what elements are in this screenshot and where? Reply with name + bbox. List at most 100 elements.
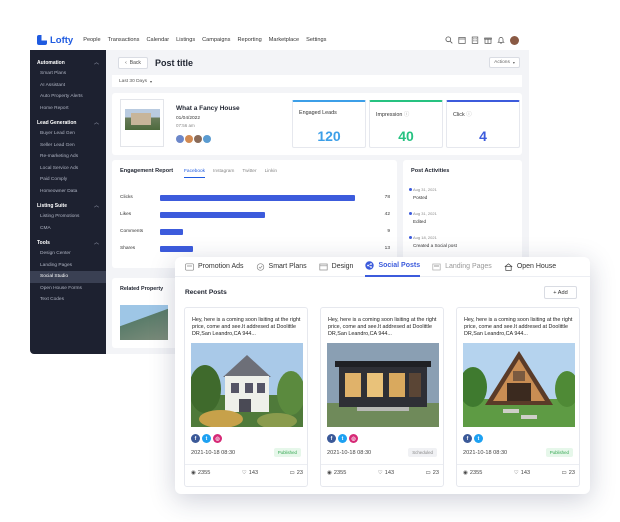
- sidebar-item-design-center[interactable]: Design Center: [30, 248, 106, 260]
- post-image[interactable]: [191, 343, 303, 427]
- top-navigation-bar: Lofty People Transactions Calendar Listi…: [30, 30, 529, 50]
- nav-campaigns[interactable]: Campaigns: [202, 37, 230, 43]
- tab-linkin[interactable]: Linkin: [265, 169, 278, 178]
- sidebar-section-automation[interactable]: Automation ︿: [30, 57, 106, 68]
- nav-marketplace[interactable]: Marketplace: [269, 37, 299, 43]
- sidebar-item-text-codes[interactable]: Text Codes: [30, 294, 106, 306]
- social-networks: f t ◎: [327, 434, 358, 443]
- sidebar-item-landing-pages[interactable]: Landing Pages: [30, 260, 106, 272]
- nav-listings[interactable]: Listings: [176, 37, 195, 43]
- timeline-dot: [409, 212, 412, 215]
- avatar[interactable]: [203, 135, 211, 143]
- comments-metric: ▭ 23: [289, 470, 303, 476]
- building-icon[interactable]: [471, 36, 479, 44]
- stat-value: 4: [479, 128, 487, 144]
- avatar[interactable]: [176, 135, 184, 143]
- sidebar-section-listing-suite[interactable]: Listing Suite ︿: [30, 200, 106, 211]
- tab-facebook[interactable]: Facebook: [184, 169, 206, 178]
- search-icon[interactable]: [445, 36, 453, 44]
- calendar-icon[interactable]: [458, 36, 466, 44]
- sidebar-section-tools[interactable]: Tools ︿: [30, 237, 106, 248]
- comment-icon: ▭: [425, 470, 431, 476]
- instagram-icon: ◎: [349, 434, 358, 443]
- sidebar-item-homeowner-data[interactable]: Homeowner Data: [30, 186, 106, 198]
- engagement-label: Comments: [120, 229, 144, 234]
- post-thumbnail[interactable]: [120, 99, 164, 147]
- nav-settings[interactable]: Settings: [306, 37, 326, 43]
- tab-instagram[interactable]: Instagram: [213, 169, 234, 178]
- chevron-down-icon: ▾: [150, 78, 153, 84]
- post-metrics: ◉ 2355 ♡ 143 ▭ 23: [463, 470, 575, 476]
- actions-dropdown[interactable]: Actions ▾: [489, 57, 520, 68]
- eye-icon: ◉: [463, 470, 468, 476]
- comments-count: 23: [432, 470, 439, 476]
- sidebar-section-lead-generation[interactable]: Lead Generation ︿: [30, 117, 106, 128]
- tab-design[interactable]: Design: [319, 257, 353, 277]
- section-title: Tools: [37, 239, 50, 246]
- info-icon: ⓘ: [466, 112, 472, 118]
- engagement-label: Shares: [120, 246, 136, 251]
- post-card[interactable]: Hey, here is a coming soon lisiting at t…: [456, 307, 580, 487]
- tab-smart-plans[interactable]: Smart Plans: [256, 257, 307, 277]
- avatar[interactable]: [194, 135, 202, 143]
- sidebar-item-remarketing-ads[interactable]: Re-marketing Ads: [30, 151, 106, 163]
- feature-tabs: Promotion Ads Smart Plans Design Social …: [175, 257, 590, 277]
- tab-landing-pages[interactable]: Landing Pages: [432, 257, 492, 277]
- heart-icon: ♡: [241, 470, 247, 476]
- page-title: Post title: [155, 58, 194, 68]
- sidebar-item-buyer-lead-gen[interactable]: Buyer Lead Gen: [30, 128, 106, 140]
- sidebar-item-listing-promotions[interactable]: Listing Promotions: [30, 211, 106, 223]
- post-time: 07:56 am: [176, 123, 195, 128]
- section-title: Listing Suite: [37, 202, 67, 209]
- house-shape: [131, 113, 151, 125]
- sidebar-item-open-house-forms[interactable]: Open House Forms: [30, 283, 106, 295]
- post-card[interactable]: Hey, here is a coming soon lisiting at t…: [184, 307, 308, 487]
- add-post-button[interactable]: + Add: [544, 286, 577, 299]
- tab-open-house[interactable]: Open House: [504, 257, 556, 277]
- chevron-up-icon: ︿: [93, 240, 99, 246]
- eye-icon: ◉: [191, 470, 196, 476]
- sidebar-item-local-service-ads[interactable]: Local Service Ads: [30, 163, 106, 175]
- tab-promotion-ads[interactable]: Promotion Ads: [185, 257, 244, 277]
- likes-metric: ♡ 143: [378, 470, 394, 476]
- sidebar-item-cma[interactable]: CMA: [30, 223, 106, 235]
- sidebar-item-social-studio[interactable]: Social Studio: [30, 271, 106, 283]
- back-button[interactable]: ‹ Back: [118, 57, 148, 69]
- status-badge: Published: [273, 448, 301, 457]
- activity-text: Created a Social post: [413, 243, 457, 248]
- post-name: What a Fancy House: [176, 105, 240, 112]
- social-networks: f t ◎: [191, 434, 222, 443]
- chevron-left-icon: ‹: [125, 60, 127, 66]
- sidebar-item-auto-property-alerts[interactable]: Auto Property Alerts: [30, 91, 106, 103]
- user-avatar[interactable]: [510, 35, 519, 45]
- nav-transactions[interactable]: Transactions: [108, 37, 140, 43]
- bell-icon[interactable]: [497, 36, 505, 44]
- tab-social-posts[interactable]: Social Posts: [365, 257, 421, 277]
- social-networks: f t: [463, 434, 483, 443]
- engagement-value: 42: [384, 212, 390, 217]
- nav-reporting[interactable]: Reporting: [237, 37, 261, 43]
- sidebar-item-seller-lead-gen[interactable]: Seller Lead Gen: [30, 140, 106, 152]
- nav-calendar[interactable]: Calendar: [146, 37, 169, 43]
- date-range-selector[interactable]: Last 30 Days ▾: [112, 75, 522, 87]
- timeline-dot: [409, 188, 412, 191]
- engagement-value: 78: [384, 195, 390, 200]
- stat-label-text: Impression: [376, 112, 403, 118]
- post-card[interactable]: Hey, here is a coming soon lisiting at t…: [320, 307, 444, 487]
- activity-item: Aug 31, 2021 Posted: [409, 187, 437, 200]
- gift-icon[interactable]: [484, 36, 492, 44]
- smart-plan-icon: [256, 262, 265, 271]
- post-image[interactable]: [327, 343, 439, 427]
- sidebar-item-smart-plans[interactable]: Smart Plans: [30, 68, 106, 80]
- sidebar-item-home-report[interactable]: Home Report: [30, 103, 106, 115]
- lofty-logo[interactable]: Lofty: [37, 35, 73, 46]
- sidebar-item-ai-assistant[interactable]: AI Assistant: [30, 80, 106, 92]
- nav-people[interactable]: People: [83, 37, 100, 43]
- tab-twitter[interactable]: Twitter: [242, 169, 256, 178]
- avatar[interactable]: [185, 135, 193, 143]
- activity-text: Posted: [413, 195, 428, 200]
- related-property-photo[interactable]: [120, 305, 168, 340]
- post-image[interactable]: [463, 343, 575, 427]
- sidebar-item-paid-comply[interactable]: Paid Comply: [30, 174, 106, 186]
- activity-text: Edited: [413, 219, 427, 224]
